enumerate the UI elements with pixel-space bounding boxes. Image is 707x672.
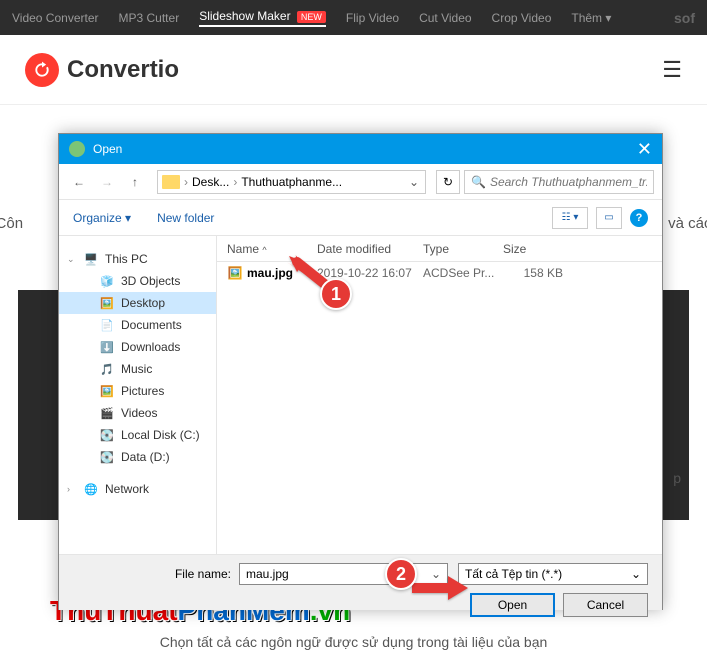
- search-box[interactable]: 🔍: [464, 170, 654, 194]
- breadcrumb-dropdown-icon[interactable]: ⌄: [407, 175, 421, 189]
- sidebar-item-desktop[interactable]: 🖼️Desktop: [59, 292, 216, 314]
- logo-bar: Convertio ☰: [0, 35, 707, 105]
- page-subtext-2: Chọn tất cả các ngôn ngữ được sử dụng tr…: [160, 634, 548, 650]
- new-folder-button[interactable]: New folder: [157, 211, 214, 225]
- file-row[interactable]: 🖼️ mau.jpg 2019-10-22 16:07 ACDSee Pr...…: [217, 262, 662, 284]
- documents-icon: 📄: [99, 319, 115, 331]
- sidebar-item-3d-objects[interactable]: 🧊3D Objects: [59, 270, 216, 292]
- downloads-icon: ⬇️: [99, 341, 115, 353]
- crumb-desktop[interactable]: Desk...: [188, 175, 233, 189]
- file-size: 158 KB: [503, 266, 573, 280]
- videos-icon: 🎬: [99, 407, 115, 419]
- sidebar-item-data-d[interactable]: 💽Data (D:): [59, 446, 216, 468]
- nav-more[interactable]: Thêm ▾: [571, 11, 611, 25]
- preview-pane-button[interactable]: ▭: [596, 207, 622, 229]
- sidebar-item-local-disk-c[interactable]: 💽Local Disk (C:): [59, 424, 216, 446]
- nav-up-button[interactable]: ↑: [123, 170, 147, 194]
- disk-icon: 💽: [99, 429, 115, 441]
- dialog-titlebar: Open ✕: [59, 134, 662, 164]
- organize-button[interactable]: Organize ▾: [73, 211, 131, 225]
- nav-back-button[interactable]: ←: [67, 170, 91, 194]
- callout-arrow-2: [412, 572, 468, 609]
- nav-flip-video[interactable]: Flip Video: [346, 11, 399, 25]
- dialog-app-icon: [69, 141, 85, 157]
- refresh-button[interactable]: ↻: [436, 170, 460, 194]
- 3d-icon: 🧊: [99, 275, 115, 287]
- sidebar-item-this-pc[interactable]: ⌄🖥️This PC: [59, 248, 216, 270]
- nav-mp3-cutter[interactable]: MP3 Cutter: [119, 11, 180, 25]
- open-button[interactable]: Open: [470, 593, 555, 617]
- file-type-filter[interactable]: Tất cả Tệp tin (*.*) ⌄: [458, 563, 648, 585]
- dialog-nav-bar: ← → ↑ › Desk... › Thuthuatphanme... ⌄ ↻ …: [59, 164, 662, 200]
- top-navigation: Video Converter MP3 Cutter Slideshow Mak…: [0, 0, 707, 35]
- file-list-header: Name ^ Date modified Type Size: [217, 236, 662, 262]
- dialog-footer: File name: mau.jpg ⌄ Tất cả Tệp tin (*.*…: [59, 554, 662, 610]
- col-size[interactable]: Size: [503, 242, 573, 256]
- callout-2: 2: [385, 558, 417, 590]
- dialog-title: Open: [93, 142, 122, 156]
- desktop-icon: 🖼️: [99, 297, 115, 309]
- nav-video-converter[interactable]: Video Converter: [12, 11, 99, 25]
- chevron-down-icon[interactable]: ⌄: [67, 254, 75, 265]
- sidebar-item-downloads[interactable]: ⬇️Downloads: [59, 336, 216, 358]
- pictures-icon: 🖼️: [99, 385, 115, 397]
- filename-label: File name:: [73, 567, 239, 581]
- file-open-dialog: Open ✕ ← → ↑ › Desk... › Thuthuatphanme.…: [58, 133, 663, 610]
- view-mode-button[interactable]: ☷ ▾: [552, 207, 588, 229]
- disk-icon: 💽: [99, 451, 115, 463]
- convertio-logo-icon: [25, 53, 59, 87]
- nav-cut-video[interactable]: Cut Video: [419, 11, 471, 25]
- file-list: Name ^ Date modified Type Size 🖼️ mau.jp…: [217, 236, 662, 554]
- breadcrumb-bar[interactable]: › Desk... › Thuthuatphanme... ⌄: [157, 170, 426, 194]
- sidebar-item-network[interactable]: ›🌐Network: [59, 478, 216, 500]
- help-icon[interactable]: ?: [630, 209, 648, 227]
- sidebar-item-documents[interactable]: 📄Documents: [59, 314, 216, 336]
- crumb-folder[interactable]: Thuthuatphanme...: [237, 175, 346, 189]
- file-type: ACDSee Pr...: [423, 266, 503, 280]
- new-badge: NEW: [297, 11, 326, 23]
- folder-icon: [162, 175, 180, 189]
- search-input[interactable]: [490, 175, 647, 189]
- sidebar-item-music[interactable]: 🎵Music: [59, 358, 216, 380]
- hamburger-menu-icon[interactable]: ☰: [662, 57, 682, 83]
- cancel-button[interactable]: Cancel: [563, 593, 648, 617]
- brand-partial: sof: [674, 10, 695, 26]
- dialog-toolbar: Organize ▾ New folder ☷ ▾ ▭ ?: [59, 200, 662, 236]
- close-icon[interactable]: ✕: [637, 139, 652, 160]
- nav-crop-video[interactable]: Crop Video: [492, 11, 552, 25]
- file-icon: 🖼️: [227, 265, 243, 281]
- pc-icon: 🖥️: [83, 253, 99, 265]
- callout-1: 1: [320, 278, 352, 310]
- nav-slideshow-maker[interactable]: Slideshow Maker NEW: [199, 9, 326, 27]
- search-icon: 🔍: [471, 175, 486, 189]
- nav-forward-button: →: [95, 170, 119, 194]
- sidebar-item-pictures[interactable]: 🖼️Pictures: [59, 380, 216, 402]
- filter-dropdown-icon[interactable]: ⌄: [631, 567, 641, 581]
- col-type[interactable]: Type: [423, 242, 503, 256]
- dialog-body: 📦Dropbox ⌄🖥️This PC 🧊3D Objects 🖼️Deskto…: [59, 236, 662, 554]
- chevron-right-icon[interactable]: ›: [67, 484, 70, 494]
- sidebar-item-videos[interactable]: 🎬Videos: [59, 402, 216, 424]
- music-icon: 🎵: [99, 363, 115, 375]
- sidebar-tree: 📦Dropbox ⌄🖥️This PC 🧊3D Objects 🖼️Deskto…: [59, 236, 217, 554]
- logo-text: Convertio: [67, 56, 179, 84]
- network-icon: 🌐: [83, 483, 99, 495]
